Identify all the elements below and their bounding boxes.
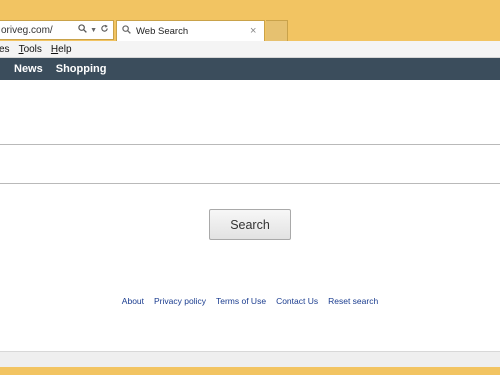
dropdown-arrow-icon[interactable]: ▼ [90,27,97,34]
search-icon [117,25,133,37]
tab-web-search[interactable]: Web Search × [116,20,265,41]
footer-link-reset-search[interactable]: Reset search [328,296,378,306]
search-button[interactable]: Search [209,209,291,240]
tab-label: Web Search [136,25,189,37]
search-icon[interactable] [78,24,87,36]
menu-item-help[interactable]: Help [51,44,72,55]
footer-link-terms-of-use[interactable]: Terms of Use [216,296,266,306]
nav-link-news[interactable]: News [14,63,43,75]
address-url[interactable]: oriveg.com/ [0,25,78,36]
close-icon[interactable]: × [250,25,264,37]
search-input[interactable] [0,145,500,183]
menu-item-label: es [0,43,10,55]
menu-bar: es Tools Help [0,41,500,58]
refresh-icon[interactable] [100,24,109,36]
menu-item-tools[interactable]: Tools [19,44,42,55]
menu-item-label: ools [23,43,42,55]
footer-links: About Privacy policy Terms of Use Contac… [0,296,500,306]
address-bar[interactable]: oriveg.com/ ▼ [0,20,114,40]
nav-link-shopping[interactable]: Shopping [56,63,107,75]
page-content: Search About Privacy policy Terms of Use… [0,80,500,351]
new-tab-button[interactable] [266,20,288,41]
site-nav-bar: News Shopping [0,58,500,80]
menu-item-label: elp [58,43,72,55]
menu-item-favorites[interactable]: es [0,44,10,55]
footer-link-contact-us[interactable]: Contact Us [276,296,318,306]
footer-link-about[interactable]: About [122,296,144,306]
search-box [0,144,500,184]
window-frame-bottom [0,367,500,375]
status-bar [0,351,500,367]
footer-link-privacy-policy[interactable]: Privacy policy [154,296,206,306]
address-bar-icons: ▼ [78,24,113,36]
